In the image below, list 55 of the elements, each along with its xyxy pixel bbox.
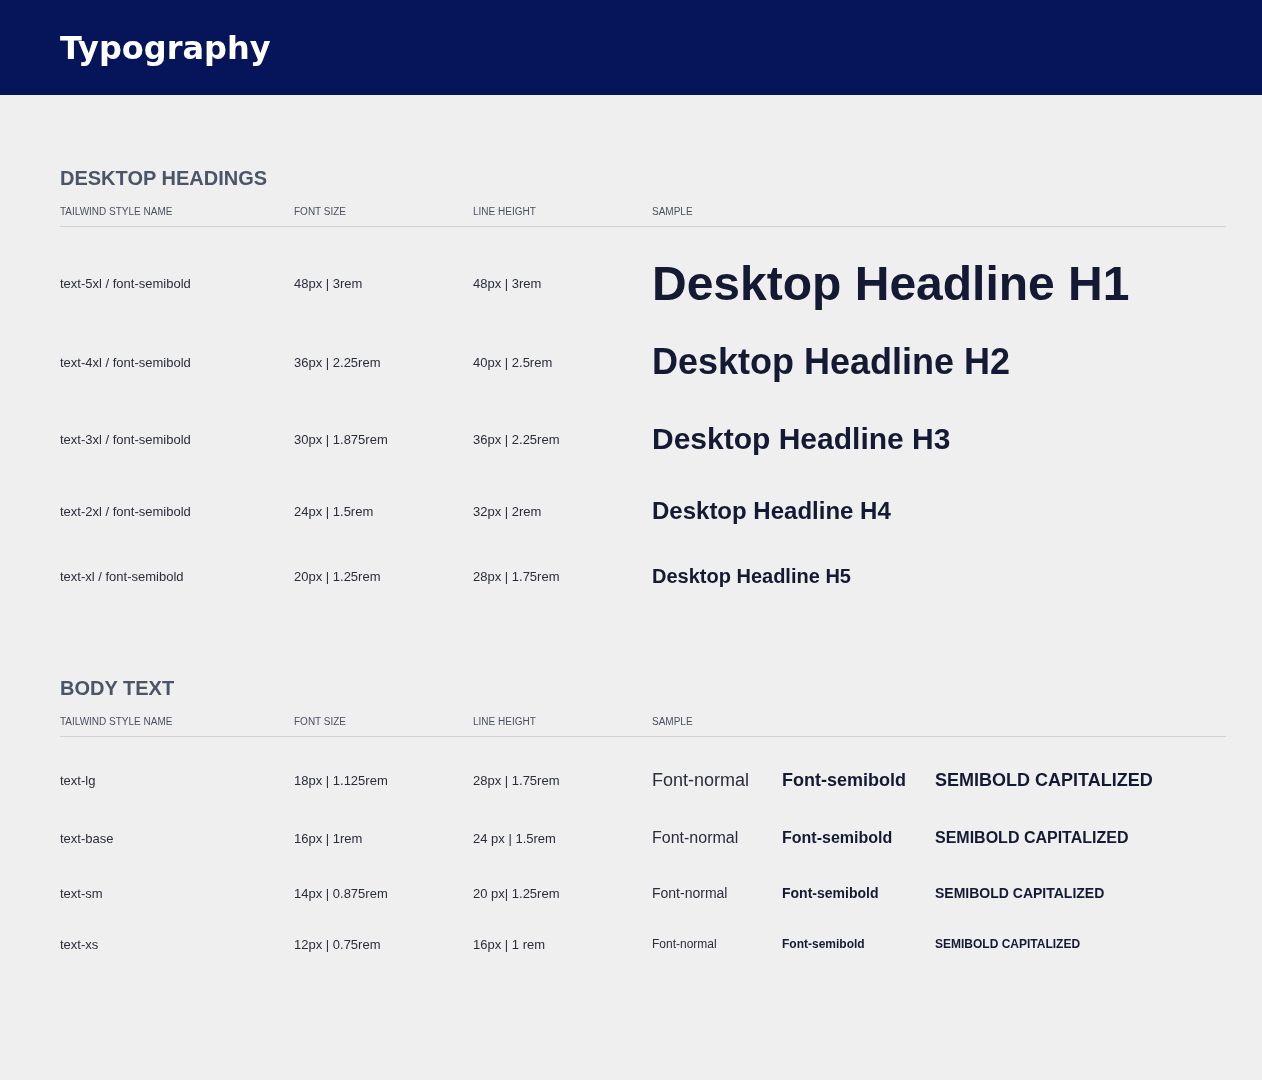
style-name: text-base — [60, 830, 114, 846]
style-name: text-5xl / font-semibold — [60, 275, 191, 291]
sample-text: SEMIBOLD CAPITALIZED — [935, 937, 1081, 951]
style-name: text-4xl / font-semibold — [60, 354, 191, 370]
sample-text: SEMIBOLD CAPITALIZED — [935, 885, 1105, 901]
sample-text: SEMIBOLD CAPITALIZED — [935, 769, 1153, 791]
sample-text: Font-normal — [652, 829, 740, 847]
sample-text: Font-normal — [652, 937, 718, 951]
line-height-value: 48px | 3rem — [473, 275, 542, 291]
line-height-value: 36px | 2.25rem — [473, 431, 560, 447]
page-title: Typography — [60, 28, 271, 67]
sample-text: Font-semibold — [782, 829, 894, 847]
line-height-value: 28px | 1.75rem — [473, 568, 560, 584]
section-title: DESKTOP HEADINGS — [60, 167, 269, 190]
sample-text: Desktop Headline H5 — [652, 564, 851, 588]
font-size-value: 16px | 1rem — [294, 830, 363, 846]
sample-text: Font-semibold — [782, 885, 880, 901]
style-name: text-xl / font-semibold — [60, 568, 184, 584]
sample-text: SEMIBOLD CAPITALIZED — [935, 829, 1129, 847]
sample-text: Desktop Headline H3 — [652, 422, 951, 456]
sample-text: Font-normal — [652, 769, 751, 791]
column-header: SAMPLE — [652, 206, 693, 217]
column-header: FONT SIZE — [294, 716, 347, 727]
font-size-value: 30px | 1.875rem — [294, 431, 388, 447]
font-size-value: 48px | 3rem — [294, 275, 363, 291]
line-height-value: 40px | 2.5rem — [473, 354, 553, 370]
font-size-value: 20px | 1.25rem — [294, 568, 381, 584]
font-size-value: 14px | 0.875rem — [294, 885, 388, 901]
style-name: text-3xl / font-semibold — [60, 431, 191, 447]
column-header: LINE HEIGHT — [473, 206, 536, 217]
column-header: SAMPLE — [652, 716, 693, 727]
font-size-value: 12px | 0.75rem — [294, 936, 381, 952]
sample-text: Font-semibold — [782, 769, 907, 791]
sample-text: Desktop Headline H1 — [652, 255, 1130, 311]
line-height-value: 16px | 1 rem — [473, 936, 546, 952]
column-header: TAILWIND STYLE NAME — [60, 716, 173, 727]
line-height-value: 32px | 2rem — [473, 503, 542, 519]
line-height-value: 24 px | 1.5rem — [473, 830, 556, 846]
sample-text: Font-semibold — [782, 937, 866, 951]
section-title: BODY TEXT — [60, 677, 176, 700]
column-header: TAILWIND STYLE NAME — [60, 206, 173, 217]
font-size-value: 18px | 1.125rem — [294, 772, 388, 788]
column-header: LINE HEIGHT — [473, 716, 536, 727]
line-height-value: 20 px| 1.25rem — [473, 885, 560, 901]
column-header: FONT SIZE — [294, 206, 347, 217]
sample-text: Desktop Headline H4 — [652, 497, 891, 525]
font-size-value: 24px | 1.5rem — [294, 503, 374, 519]
style-name: text-sm — [60, 885, 103, 901]
style-name: text-xs — [60, 936, 99, 952]
font-size-value: 36px | 2.25rem — [294, 354, 381, 370]
sample-text: Desktop Headline H2 — [652, 341, 1011, 383]
style-name: text-2xl / font-semibold — [60, 503, 191, 519]
style-name: text-lg — [60, 772, 96, 788]
line-height-value: 28px | 1.75rem — [473, 772, 560, 788]
sample-text: Font-normal — [652, 885, 729, 901]
